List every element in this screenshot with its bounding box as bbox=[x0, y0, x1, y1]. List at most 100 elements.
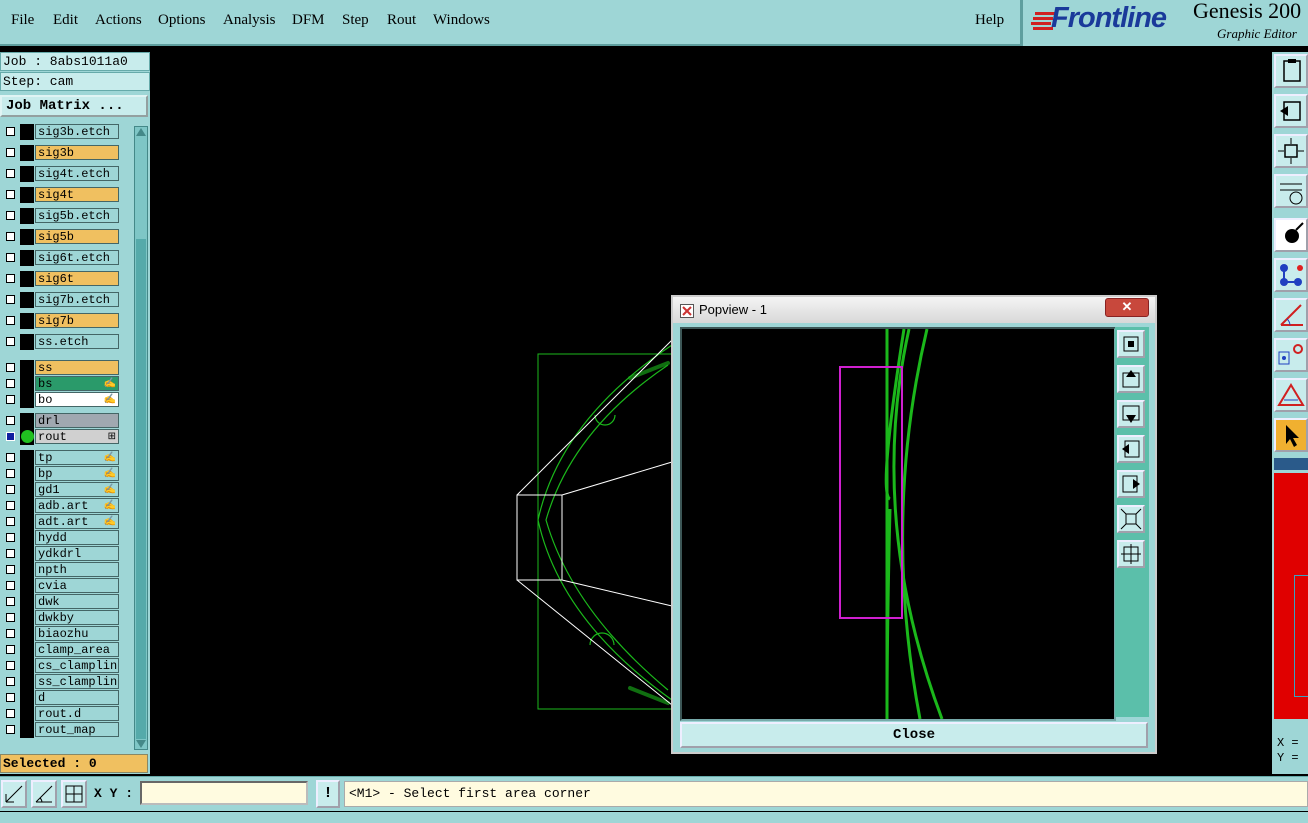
palette-settings-icon[interactable] bbox=[1274, 174, 1308, 208]
layer-visibility-checkbox[interactable] bbox=[6, 501, 15, 510]
layer-visibility-checkbox[interactable] bbox=[6, 169, 15, 178]
zoom-fit-icon[interactable] bbox=[1117, 330, 1145, 358]
layer-row[interactable]: bs ✍ bbox=[0, 376, 124, 392]
menu-windows[interactable]: Windows bbox=[433, 12, 490, 29]
layer-color-slot[interactable] bbox=[20, 642, 34, 658]
layer-name[interactable]: tp ✍ bbox=[35, 450, 119, 465]
clipboard-icon[interactable] bbox=[1274, 54, 1308, 88]
layer-color-slot[interactable] bbox=[20, 413, 34, 429]
layer-color-slot[interactable] bbox=[20, 674, 34, 690]
layer-name[interactable]: rout_map bbox=[35, 722, 119, 737]
layer-name[interactable]: clamp_area bbox=[35, 642, 119, 657]
layer-visibility-checkbox[interactable] bbox=[6, 709, 15, 718]
layer-color-slot[interactable] bbox=[20, 187, 34, 203]
layer-name[interactable]: hydd bbox=[35, 530, 119, 545]
triangle-measure-icon[interactable] bbox=[1274, 378, 1308, 412]
pan-right-icon[interactable] bbox=[1117, 470, 1145, 498]
layer-visibility-checkbox[interactable] bbox=[6, 661, 15, 670]
layer-visibility-checkbox[interactable] bbox=[6, 379, 15, 388]
layer-visibility-checkbox[interactable] bbox=[6, 693, 15, 702]
layer-row[interactable]: adb.art ✍ bbox=[0, 498, 124, 514]
layer-color-slot[interactable] bbox=[20, 292, 34, 308]
layer-row[interactable]: biaozhu bbox=[0, 626, 124, 642]
layer-scrollbar[interactable] bbox=[134, 126, 148, 750]
layer-input-icon[interactable] bbox=[1274, 94, 1308, 128]
layer-row[interactable]: sig4t bbox=[0, 187, 124, 203]
popview-titlebar[interactable]: Popview - 1 ✕ bbox=[673, 297, 1155, 323]
layer-row[interactable]: ss.etch bbox=[0, 334, 124, 350]
layer-visibility-checkbox[interactable] bbox=[6, 725, 15, 734]
menu-analysis[interactable]: Analysis bbox=[223, 12, 276, 29]
layer-visibility-checkbox[interactable] bbox=[6, 337, 15, 346]
layer-name[interactable]: sig5b.etch bbox=[35, 208, 119, 223]
layer-visibility-checkbox[interactable] bbox=[6, 677, 15, 686]
layer-row[interactable]: d bbox=[0, 690, 124, 706]
menu-actions[interactable]: Actions bbox=[95, 12, 142, 29]
layer-row[interactable]: sig7b.etch bbox=[0, 292, 124, 308]
layer-color-slot[interactable] bbox=[20, 578, 34, 594]
layer-name[interactable]: biaozhu bbox=[35, 626, 119, 641]
layer-color-slot[interactable] bbox=[20, 429, 34, 445]
layer-name[interactable]: sig4t.etch bbox=[35, 166, 119, 181]
layer-color-slot[interactable] bbox=[20, 498, 34, 514]
layer-name[interactable]: sig4t bbox=[35, 187, 119, 202]
layer-visibility-checkbox[interactable] bbox=[6, 190, 15, 199]
layer-color-slot[interactable] bbox=[20, 166, 34, 182]
menu-help[interactable]: Help bbox=[975, 12, 1004, 29]
pan-left-icon[interactable] bbox=[1117, 435, 1145, 463]
layer-name[interactable]: sig3b.etch bbox=[35, 124, 119, 139]
connect-nodes-icon[interactable] bbox=[1274, 258, 1308, 292]
layer-name[interactable]: sig6t.etch bbox=[35, 250, 119, 265]
layer-row[interactable]: sig6t bbox=[0, 271, 124, 287]
menu-file[interactable]: File bbox=[11, 12, 34, 29]
layer-visibility-checkbox[interactable] bbox=[6, 597, 15, 606]
layer-name[interactable]: adb.art ✍ bbox=[35, 498, 119, 513]
layer-visibility-checkbox[interactable] bbox=[6, 469, 15, 478]
layer-row[interactable]: bp ✍ bbox=[0, 466, 124, 482]
layer-color-slot[interactable] bbox=[20, 376, 34, 392]
zoom-in-icon[interactable] bbox=[1117, 540, 1145, 568]
layer-name[interactable]: dwkby bbox=[35, 610, 119, 625]
layer-color-slot[interactable] bbox=[20, 546, 34, 562]
snap-point-icon[interactable] bbox=[1274, 338, 1308, 372]
layer-visibility-checkbox[interactable] bbox=[6, 432, 15, 441]
layer-name[interactable]: sig7b.etch bbox=[35, 292, 119, 307]
layer-row[interactable]: drl bbox=[0, 413, 124, 429]
layer-name[interactable]: gd1 ✍ bbox=[35, 482, 119, 497]
scroll-thumb[interactable] bbox=[136, 239, 146, 739]
layer-color-slot[interactable] bbox=[20, 334, 34, 350]
job-matrix-button[interactable]: Job Matrix ... bbox=[0, 95, 148, 117]
layer-name[interactable]: cs_clampline bbox=[35, 658, 119, 673]
popview-viewport[interactable] bbox=[680, 327, 1116, 721]
layer-name[interactable]: d bbox=[35, 690, 119, 705]
layer-name[interactable]: drl bbox=[35, 413, 119, 428]
layer-name[interactable]: ss bbox=[35, 360, 119, 375]
layer-row[interactable]: ss bbox=[0, 360, 124, 376]
layer-row[interactable]: sig5b.etch bbox=[0, 208, 124, 224]
layer-color-slot[interactable] bbox=[20, 594, 34, 610]
layer-color-slot[interactable] bbox=[20, 466, 34, 482]
menu-step[interactable]: Step bbox=[342, 12, 369, 29]
layer-row[interactable]: rout ⊞ bbox=[0, 429, 124, 445]
layer-visibility-checkbox[interactable] bbox=[6, 274, 15, 283]
layer-color-slot[interactable] bbox=[20, 271, 34, 287]
layer-row[interactable]: hydd bbox=[0, 530, 124, 546]
layer-row[interactable]: adt.art ✍ bbox=[0, 514, 124, 530]
layer-color-slot[interactable] bbox=[20, 145, 34, 161]
layer-visibility-checkbox[interactable] bbox=[6, 127, 15, 136]
menu-dfm[interactable]: DFM bbox=[292, 12, 325, 29]
layer-row[interactable]: cs_clampline bbox=[0, 658, 124, 674]
layer-row[interactable]: tp ✍ bbox=[0, 450, 124, 466]
snap-icon[interactable] bbox=[1, 780, 27, 808]
layer-name[interactable]: sig5b bbox=[35, 229, 119, 244]
layer-color-slot[interactable] bbox=[20, 690, 34, 706]
layer-visibility-checkbox[interactable] bbox=[6, 645, 15, 654]
scroll-down-icon[interactable] bbox=[135, 739, 147, 749]
layer-color-slot[interactable] bbox=[20, 208, 34, 224]
close-icon[interactable]: ✕ bbox=[1105, 298, 1149, 317]
layer-visibility-checkbox[interactable] bbox=[6, 416, 15, 425]
layer-color-slot[interactable] bbox=[20, 530, 34, 546]
layer-name[interactable]: npth bbox=[35, 562, 119, 577]
layer-name[interactable]: cvia bbox=[35, 578, 119, 593]
layer-visibility-checkbox[interactable] bbox=[6, 395, 15, 404]
